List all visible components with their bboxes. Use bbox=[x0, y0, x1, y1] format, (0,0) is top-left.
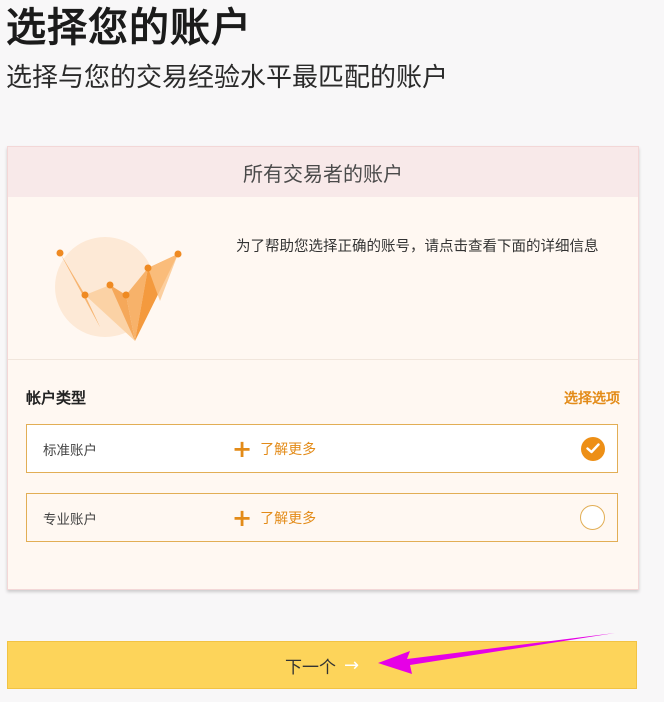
option-name: 专业账户 bbox=[43, 511, 97, 528]
option-standard-account[interactable]: 标准账户 + 了解更多 bbox=[26, 424, 618, 473]
account-type-label: 帐户类型 bbox=[26, 389, 87, 407]
info-text: 为了帮助您选择正确的账号，请点击查看下面的详细信息 bbox=[236, 239, 599, 255]
illustration-dot-1 bbox=[56, 249, 64, 257]
learn-more-link[interactable]: + 了解更多 bbox=[232, 506, 316, 530]
account-type-row: 帐户类型 选择选项 bbox=[26, 387, 620, 408]
page-subtitle: 选择与您的交易经验水平最匹配的账户 bbox=[6, 63, 449, 93]
check-icon bbox=[586, 443, 600, 454]
illustration-dot-6 bbox=[174, 250, 182, 258]
next-button-label: 下一个 bbox=[284, 657, 336, 678]
illustration-dot-4 bbox=[122, 291, 130, 299]
option-name: 标准账户 bbox=[43, 442, 97, 459]
card-header: 所有交易者的账户 bbox=[8, 147, 638, 197]
learn-more-label: 了解更多 bbox=[260, 510, 317, 527]
illustration-dot-3 bbox=[106, 281, 114, 289]
radio-unselected[interactable] bbox=[580, 505, 605, 530]
account-card: 所有交易者的账户 为了帮助您选择正确的账号，请点击查看下面的详细信息 帐户类型 … bbox=[7, 146, 639, 590]
plus-icon: + bbox=[232, 434, 253, 463]
annotation-arrow bbox=[378, 633, 615, 674]
arrow-right-icon: → bbox=[343, 654, 360, 676]
learn-more-label: 了解更多 bbox=[260, 441, 317, 458]
radio-selected[interactable] bbox=[581, 436, 605, 461]
growth-chart-illustration bbox=[55, 237, 182, 341]
page-title: 选择您的账户 bbox=[6, 5, 252, 51]
card-hero: 为了帮助您选择正确的账号，请点击查看下面的详细信息 bbox=[8, 197, 638, 360]
illustration-dot-5 bbox=[144, 264, 152, 272]
select-option-link[interactable]: 选择选项 bbox=[564, 388, 620, 408]
illustration-dot-2 bbox=[81, 291, 89, 299]
plus-icon: + bbox=[232, 503, 253, 532]
learn-more-link[interactable]: + 了解更多 bbox=[232, 437, 316, 461]
option-professional-account[interactable]: 专业账户 + 了解更多 bbox=[26, 493, 618, 542]
